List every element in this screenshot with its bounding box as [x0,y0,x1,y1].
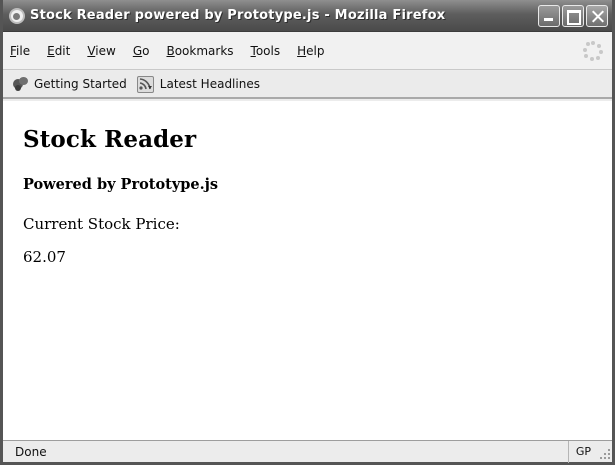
bookmark-getting-started[interactable]: Getting Started [11,76,127,92]
bookmarks-toolbar: Getting Started Latest Headlines [3,71,612,99]
firefox-app-icon[interactable] [9,7,25,24]
page-subtitle: Powered by Prototype.js [23,176,219,193]
status-panel[interactable]: GP [568,440,598,463]
menu-help[interactable]: Help [297,43,324,58]
title-bar[interactable]: Stock Reader powered by Prototype.js - M… [3,0,612,32]
close-button[interactable] [586,5,608,27]
status-text: Done [15,444,47,459]
getting-started-icon [11,76,29,92]
menu-tools[interactable]: Tools [251,43,281,58]
price-value: 62.07 [23,248,66,266]
resize-grip-icon[interactable] [598,441,612,463]
window-controls [538,5,608,27]
price-label: Current Stock Price: [23,215,180,233]
menu-view[interactable]: View [87,43,115,58]
page-content: Stock Reader Powered by Prototype.js Cur… [3,101,612,440]
page-title: Stock Reader [23,126,197,153]
menu-bar: File Edit View Go Bookmarks Tools Help [3,32,612,70]
minimize-button[interactable] [538,5,560,27]
status-bar: Done GP [3,440,612,463]
menu-file[interactable]: File [10,43,30,58]
bookmark-label: Latest Headlines [159,77,260,91]
bookmark-label: Getting Started [34,77,127,91]
browser-window: Stock Reader powered by Prototype.js - M… [0,0,615,465]
menu-bookmarks[interactable]: Bookmarks [166,43,233,58]
throbber-icon [583,41,603,61]
bookmark-latest-headlines[interactable]: Latest Headlines [136,75,260,93]
rss-feed-icon [136,75,154,93]
menu-go[interactable]: Go [133,43,150,58]
menu-edit[interactable]: Edit [47,43,70,58]
maximize-button[interactable] [562,5,584,27]
window-title: Stock Reader powered by Prototype.js - M… [30,8,446,23]
